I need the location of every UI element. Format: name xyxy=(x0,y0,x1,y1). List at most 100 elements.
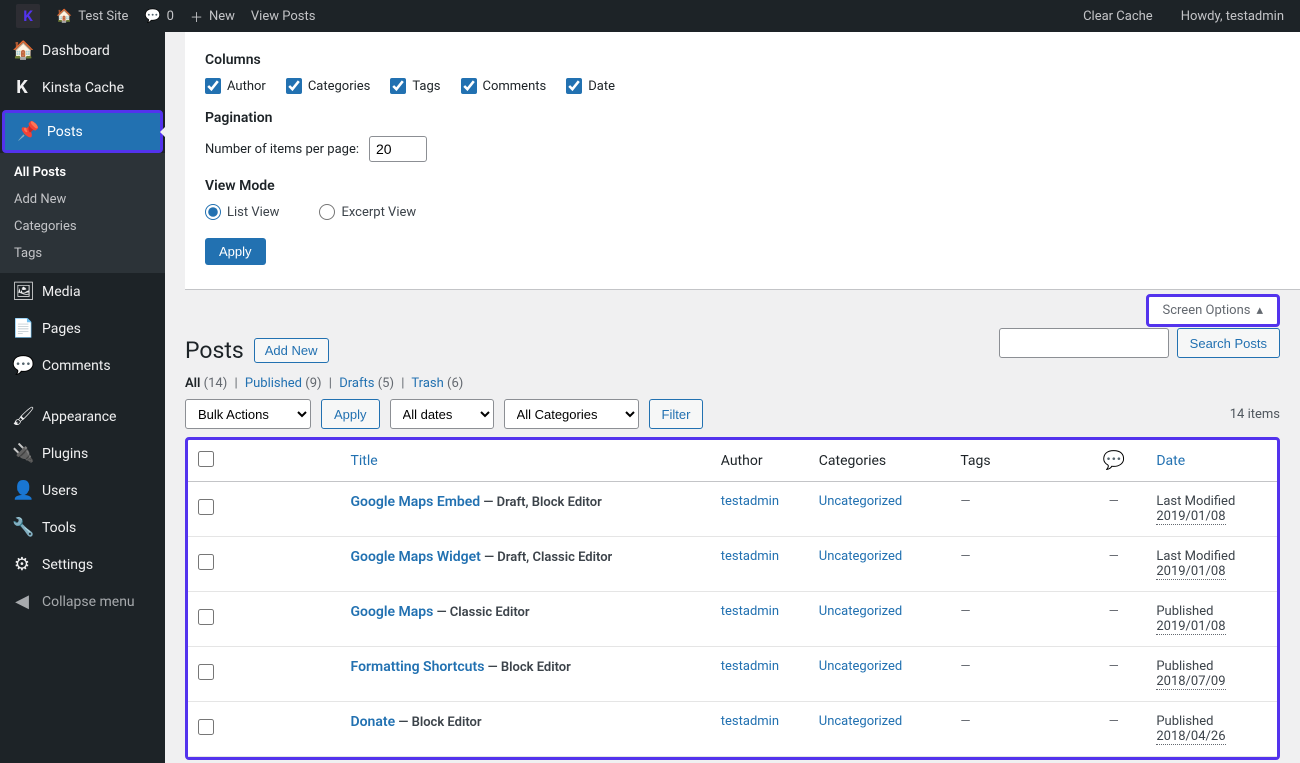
dashboard-icon: 🏠 xyxy=(12,40,32,61)
menu-dashboard[interactable]: 🏠Dashboard xyxy=(0,32,165,69)
admin-bar: K 🏠Test Site 💬0 ＋New View Posts Clear Ca… xyxy=(0,0,1300,32)
table-row: Formatting Shortcuts — Block Editortesta… xyxy=(188,647,1277,702)
submenu-all-posts[interactable]: All Posts xyxy=(0,159,165,186)
post-title-link[interactable]: Formatting Shortcuts xyxy=(351,659,485,675)
view-mode-row: List View Excerpt View xyxy=(205,204,1280,220)
screen-options-tab[interactable]: Screen Options ▴ xyxy=(1146,294,1281,327)
tablenav: Bulk Actions Apply All dates All Categor… xyxy=(165,399,1300,437)
howdy-link[interactable]: Howdy, testadmin xyxy=(1173,0,1292,32)
author-link[interactable]: testadmin xyxy=(721,549,779,564)
category-link[interactable]: Uncategorized xyxy=(819,659,902,674)
menu-posts[interactable]: 📌Posts xyxy=(5,113,160,150)
filter-button[interactable]: Filter xyxy=(649,399,704,429)
caret-up-icon: ▴ xyxy=(1256,303,1263,318)
search-input[interactable] xyxy=(999,328,1169,358)
author-link[interactable]: testadmin xyxy=(721,604,779,619)
post-title-link[interactable]: Donate xyxy=(351,714,396,730)
col-tags-check[interactable]: Tags xyxy=(390,78,440,94)
tags-header: Tags xyxy=(950,440,1081,482)
author-link[interactable]: testadmin xyxy=(721,659,779,674)
menu-settings[interactable]: ⚙Settings xyxy=(0,546,165,583)
menu-collapse[interactable]: ◀Collapse menu xyxy=(0,583,165,620)
category-link[interactable]: Uncategorized xyxy=(819,494,902,509)
tags-cell: — xyxy=(950,592,1081,647)
categories-header: Categories xyxy=(809,440,951,482)
date-cell: Last Modified2019/01/08 xyxy=(1146,482,1277,537)
submenu-categories[interactable]: Categories xyxy=(0,213,165,240)
title-header[interactable]: Title xyxy=(341,440,711,482)
menu-comments[interactable]: 💬Comments xyxy=(0,347,165,384)
post-title-link[interactable]: Google Maps Embed xyxy=(351,494,481,510)
excerpt-view-radio[interactable]: Excerpt View xyxy=(319,204,416,220)
menu-kinsta-cache[interactable]: KKinsta Cache xyxy=(0,69,165,106)
bulk-actions-select[interactable]: Bulk Actions xyxy=(185,399,311,429)
col-date-check[interactable]: Date xyxy=(566,78,615,94)
clear-cache-link[interactable]: Clear Cache xyxy=(1075,0,1161,32)
dates-select[interactable]: All dates xyxy=(390,399,494,429)
categories-select[interactable]: All Categories xyxy=(504,399,639,429)
plus-icon: ＋ xyxy=(190,7,203,26)
menu-pages[interactable]: 📄Pages xyxy=(0,310,165,347)
col-categories-check[interactable]: Categories xyxy=(286,78,371,94)
col-author-checkbox[interactable] xyxy=(205,78,221,94)
tags-cell: — xyxy=(950,482,1081,537)
comments-icon: 💬 xyxy=(12,355,32,376)
list-view-input[interactable] xyxy=(205,204,221,220)
submenu-tags[interactable]: Tags xyxy=(0,240,165,267)
k-logo-icon: K xyxy=(16,4,40,28)
row-checkbox[interactable] xyxy=(198,719,214,735)
author-link[interactable]: testadmin xyxy=(721,714,779,729)
filter-all[interactable]: All (14) xyxy=(185,376,227,391)
comments-link[interactable]: 💬0 xyxy=(136,0,182,32)
menu-tools[interactable]: 🔧Tools xyxy=(0,509,165,546)
view-posts-link[interactable]: View Posts xyxy=(243,0,324,32)
table-row: Google Maps — Classic EditortestadminUnc… xyxy=(188,592,1277,647)
admin-bar-left: K 🏠Test Site 💬0 ＋New View Posts xyxy=(8,0,323,32)
search-bar: Search Posts xyxy=(999,328,1280,358)
per-page-label: Number of items per page: xyxy=(205,142,359,157)
col-categories-checkbox[interactable] xyxy=(286,78,302,94)
post-title-link[interactable]: Google Maps Widget xyxy=(351,549,481,565)
menu-media[interactable]: 🖼Media xyxy=(0,273,165,310)
row-checkbox[interactable] xyxy=(198,499,214,515)
excerpt-view-input[interactable] xyxy=(319,204,335,220)
row-checkbox[interactable] xyxy=(198,664,214,680)
col-date-checkbox[interactable] xyxy=(566,78,582,94)
screen-options-panel: Columns Author Categories Tags Comments … xyxy=(185,32,1300,290)
site-link[interactable]: 🏠Test Site xyxy=(48,0,136,32)
col-comments-checkbox[interactable] xyxy=(461,78,477,94)
new-link[interactable]: ＋New xyxy=(182,0,243,32)
table-row: Google Maps Embed — Draft, Block Editort… xyxy=(188,482,1277,537)
filter-published[interactable]: Published (9) xyxy=(245,376,322,391)
comments-header[interactable]: 💬 xyxy=(1081,440,1146,482)
menu-users[interactable]: 👤Users xyxy=(0,472,165,509)
kinsta-logo[interactable]: K xyxy=(8,0,48,32)
category-link[interactable]: Uncategorized xyxy=(819,604,902,619)
category-link[interactable]: Uncategorized xyxy=(819,549,902,564)
author-link[interactable]: testadmin xyxy=(721,494,779,509)
menu-plugins[interactable]: 🔌Plugins xyxy=(0,435,165,472)
site-name: Test Site xyxy=(78,9,128,24)
col-tags-checkbox[interactable] xyxy=(390,78,406,94)
post-title-link[interactable]: Google Maps xyxy=(351,604,434,620)
bulk-apply-button[interactable]: Apply xyxy=(321,399,380,429)
add-new-button[interactable]: Add New xyxy=(254,338,329,363)
col-author-check[interactable]: Author xyxy=(205,78,266,94)
per-page-input[interactable] xyxy=(369,136,427,162)
filter-trash[interactable]: Trash (6) xyxy=(411,376,463,391)
filter-drafts[interactable]: Drafts (5) xyxy=(339,376,394,391)
menu-appearance[interactable]: 🖌Appearance xyxy=(0,398,165,435)
search-button[interactable]: Search Posts xyxy=(1177,328,1280,358)
post-state: — Block Editor xyxy=(398,715,481,730)
pagination-heading: Pagination xyxy=(205,110,1280,126)
submenu-add-new[interactable]: Add New xyxy=(0,186,165,213)
screen-options-apply-button[interactable]: Apply xyxy=(205,238,266,265)
row-checkbox[interactable] xyxy=(198,554,214,570)
category-link[interactable]: Uncategorized xyxy=(819,714,902,729)
row-checkbox[interactable] xyxy=(198,609,214,625)
comments-cell: — xyxy=(1081,592,1146,647)
col-comments-check[interactable]: Comments xyxy=(461,78,547,94)
date-header[interactable]: Date xyxy=(1146,440,1277,482)
select-all-checkbox[interactable] xyxy=(198,451,214,467)
list-view-radio[interactable]: List View xyxy=(205,204,279,220)
